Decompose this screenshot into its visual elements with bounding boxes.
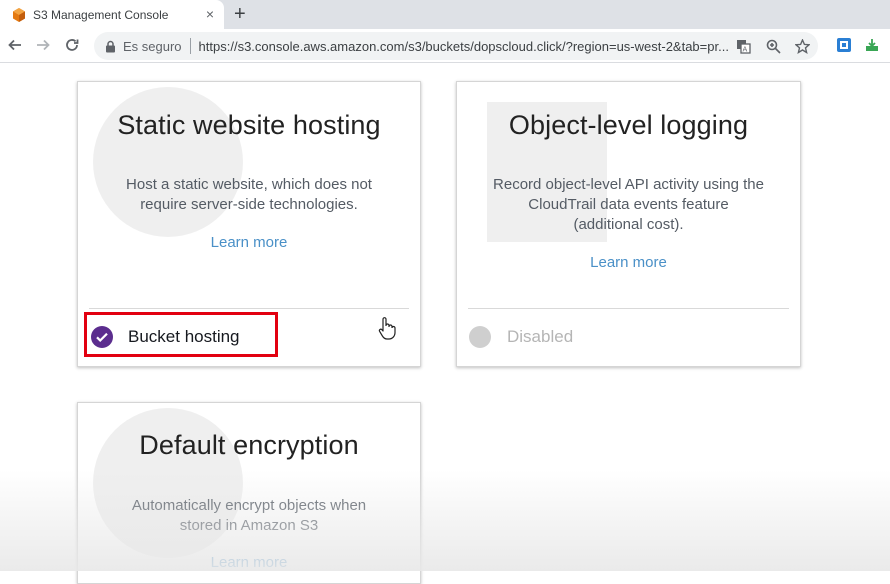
- svg-text:A: A: [742, 45, 747, 53]
- red-highlight-box: [84, 312, 278, 357]
- tab-close-icon[interactable]: ×: [206, 7, 214, 21]
- secure-label[interactable]: Es seguro: [123, 39, 182, 54]
- reload-icon[interactable]: [64, 37, 80, 53]
- extension-green-icon[interactable]: [864, 37, 880, 53]
- default-encryption-card[interactable]: Default encryption Automatically encrypt…: [77, 402, 421, 584]
- card-divider: [89, 308, 409, 309]
- card-description: Automatically encrypt objects when store…: [131, 497, 367, 534]
- omnibox-separator: [189, 38, 191, 54]
- status-label: Disabled: [507, 327, 574, 346]
- bookmark-star-icon[interactable]: [794, 38, 810, 54]
- card-description: Host a static website, which does not re…: [126, 176, 372, 213]
- learn-more-link[interactable]: Learn more: [78, 554, 420, 571]
- aws-s3-favicon-icon: [11, 7, 27, 23]
- tab-title: S3 Management Console: [33, 7, 169, 22]
- card-title: Object-level logging: [508, 110, 749, 140]
- card-title: Static website hosting: [117, 110, 381, 140]
- card-description: Record object-level API activity using t…: [493, 176, 764, 233]
- card-title: Default encryption: [139, 430, 359, 460]
- learn-more-link[interactable]: Learn more: [457, 254, 800, 271]
- new-tab-button[interactable]: +: [234, 4, 246, 24]
- zoom-icon[interactable]: [765, 38, 781, 54]
- card-divider: [468, 308, 789, 309]
- address-bar[interactable]: Es seguro https://s3.console.aws.amazon.…: [94, 32, 818, 60]
- tab-strip: S3 Management Console × +: [0, 0, 890, 29]
- forward-arrow-icon[interactable]: [35, 37, 51, 53]
- url-text[interactable]: https://s3.console.aws.amazon.com/s3/buc…: [199, 39, 729, 54]
- learn-more-link[interactable]: Learn more: [78, 234, 420, 251]
- object-level-logging-card[interactable]: Object-level logging Record object-level…: [456, 81, 801, 367]
- extension-blue-icon[interactable]: [836, 37, 852, 53]
- disabled-circle-icon: [468, 325, 492, 349]
- translate-icon[interactable]: A: [735, 38, 751, 54]
- hand-cursor-icon: [377, 316, 397, 340]
- back-arrow-icon[interactable]: [7, 37, 23, 53]
- status-row[interactable]: Disabled: [468, 325, 573, 349]
- browser-toolbar: Es seguro https://s3.console.aws.amazon.…: [0, 29, 890, 63]
- browser-tab[interactable]: S3 Management Console ×: [0, 0, 224, 29]
- lock-icon: [105, 39, 117, 53]
